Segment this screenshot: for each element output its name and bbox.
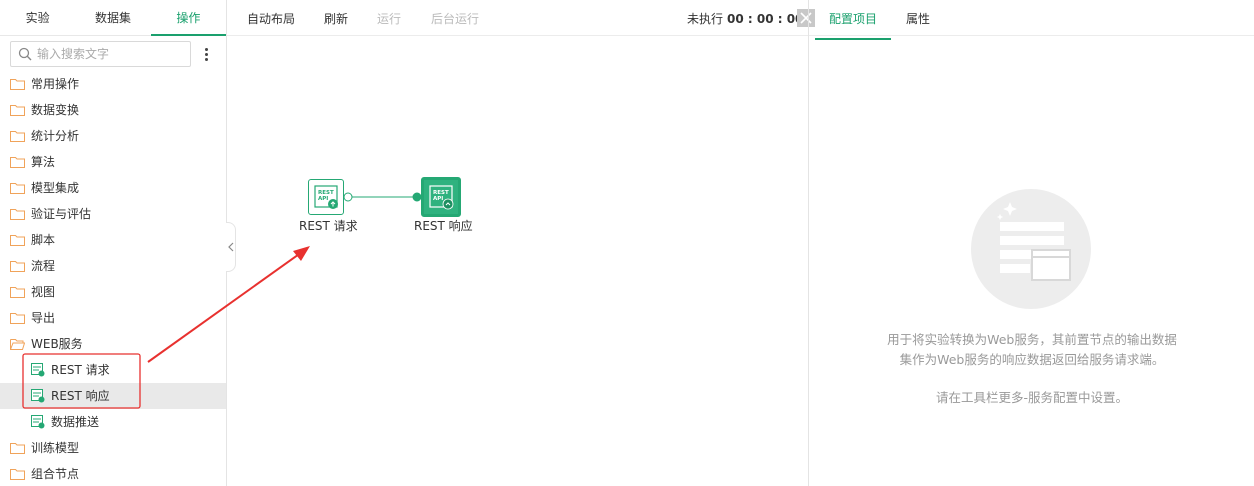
folder-label: 训练模型 xyxy=(31,441,80,455)
folder-icon xyxy=(10,235,25,246)
folder-scripts[interactable]: 脚本 xyxy=(0,227,226,253)
node-label: REST 请求 xyxy=(51,363,110,377)
canvas-node-rest-request[interactable]: REST API xyxy=(308,179,344,215)
folder-label: 算法 xyxy=(31,155,56,169)
folder-validation[interactable]: 验证与评估 xyxy=(0,201,226,227)
folder-algorithms[interactable]: 算法 xyxy=(0,149,226,175)
search-row xyxy=(10,41,220,67)
folder-icon xyxy=(10,105,25,116)
config-hint: 请在工具栏更多-服务配置中设置。 xyxy=(935,390,1128,405)
folder-train-model[interactable]: 训练模型 xyxy=(0,435,226,461)
folder-icon xyxy=(10,287,25,298)
tab-properties[interactable]: 属性 xyxy=(906,0,930,38)
refresh-button[interactable]: 刷新 xyxy=(324,0,348,38)
folder-label: 常用操作 xyxy=(31,77,80,91)
folder-icon xyxy=(10,469,25,480)
folder-composite-node[interactable]: 组合节点 xyxy=(0,461,226,486)
svg-text:API: API xyxy=(433,196,443,202)
folder-label: 脚本 xyxy=(31,233,56,247)
folder-icon xyxy=(10,183,25,194)
folder-view[interactable]: 视图 xyxy=(0,279,226,305)
folder-label: 验证与评估 xyxy=(31,207,92,221)
right-panel: 配置项目 属性 用于将实验转换为Web服务，其前置节点的输出数据 集作为Web服… xyxy=(808,0,1254,486)
folder-icon xyxy=(10,79,25,90)
search-box xyxy=(10,41,191,67)
folder-icon xyxy=(10,131,25,142)
search-input[interactable] xyxy=(37,45,187,63)
background-run-button[interactable]: 后台运行 xyxy=(431,0,479,38)
node-label: 数据推送 xyxy=(51,415,100,429)
folder-label: 组合节点 xyxy=(31,467,80,481)
push-node-icon xyxy=(31,415,45,429)
connection-lines xyxy=(343,192,422,202)
folder-label: 统计分析 xyxy=(31,129,80,143)
tab-dataset[interactable]: 数据集 xyxy=(75,0,150,35)
folder-statistics[interactable]: 统计分析 xyxy=(0,123,226,149)
run-timer: 00 : 00 : 00 xyxy=(727,12,804,26)
canvas-area: 自动布局 刷新 运行 后台运行 未执行 00 : 00 : 00 REST AP… xyxy=(227,0,815,486)
folder-label: 数据变换 xyxy=(31,103,80,117)
folder-icon xyxy=(10,313,25,324)
left-tabs: 实验 数据集 操作 xyxy=(0,0,227,36)
workflow-canvas[interactable]: REST API REST 请求 REST API REST 响应 xyxy=(227,37,808,486)
node-label: REST 响应 xyxy=(51,389,110,403)
folder-label: 模型集成 xyxy=(31,181,80,195)
canvas-node-rest-response[interactable]: REST API xyxy=(421,177,461,217)
folder-icon xyxy=(10,443,25,454)
app-root: 实验 数据集 操作 常用操作 数据变换 xyxy=(0,0,1254,486)
svg-text:API: API xyxy=(318,196,328,202)
rest-node-icon xyxy=(31,363,45,377)
description-line: 用于将实验转换为Web服务，其前置节点的输出数据 xyxy=(887,332,1177,347)
folder-open-icon xyxy=(10,339,25,350)
tab-operations[interactable]: 操作 xyxy=(150,0,227,36)
folder-export[interactable]: 导出 xyxy=(0,305,226,331)
folder-icon xyxy=(10,209,25,220)
folder-icon xyxy=(10,157,25,168)
search-icon xyxy=(18,47,32,61)
folder-icon xyxy=(10,261,25,272)
canvas-toolbar: 自动布局 刷新 运行 后台运行 未执行 00 : 00 : 00 xyxy=(227,0,815,38)
auto-layout-button[interactable]: 自动布局 xyxy=(247,0,295,38)
empty-state-illustration xyxy=(971,189,1091,309)
node-rest-response[interactable]: REST 响应 xyxy=(0,383,226,409)
description-line: 集作为Web服务的响应数据返回给服务请求端。 xyxy=(899,352,1165,367)
rest-api-icon: REST API xyxy=(429,185,454,210)
node-data-push[interactable]: 数据推送 xyxy=(0,409,226,435)
folder-web-service[interactable]: WEB服务 xyxy=(0,331,226,357)
right-tabs: 配置项目 属性 xyxy=(809,0,1254,40)
folder-common-ops[interactable]: 常用操作 xyxy=(0,71,226,97)
canvas-node-label: REST 请求 xyxy=(299,219,358,233)
left-panel: 实验 数据集 操作 常用操作 数据变换 xyxy=(0,0,227,486)
rest-node-icon xyxy=(31,389,45,403)
run-status-label: 未执行 xyxy=(687,12,724,26)
rest-api-icon: REST API xyxy=(314,185,338,209)
folder-label: 流程 xyxy=(31,259,56,273)
folder-label: 导出 xyxy=(31,311,56,325)
operation-tree: 常用操作 数据变换 统计分析 算法 模型集成 验证与评估 脚本 流程 视图 导出… xyxy=(0,71,226,486)
run-button[interactable]: 运行 xyxy=(377,0,401,38)
folder-label: 视图 xyxy=(31,285,56,299)
tab-experiment[interactable]: 实验 xyxy=(0,0,75,35)
folder-label: WEB服务 xyxy=(31,337,83,351)
folder-flow[interactable]: 流程 xyxy=(0,253,226,279)
node-rest-request[interactable]: REST 请求 xyxy=(0,357,226,383)
description-text: 用于将实验转换为Web服务，其前置节点的输出数据 集作为Web服务的响应数据返回… xyxy=(849,330,1215,370)
more-options-icon[interactable] xyxy=(198,45,214,63)
folder-model-ensemble[interactable]: 模型集成 xyxy=(0,175,226,201)
canvas-node-label: REST 响应 xyxy=(414,219,473,233)
folder-data-transform[interactable]: 数据变换 xyxy=(0,97,226,123)
tab-config-items[interactable]: 配置项目 xyxy=(814,0,892,40)
